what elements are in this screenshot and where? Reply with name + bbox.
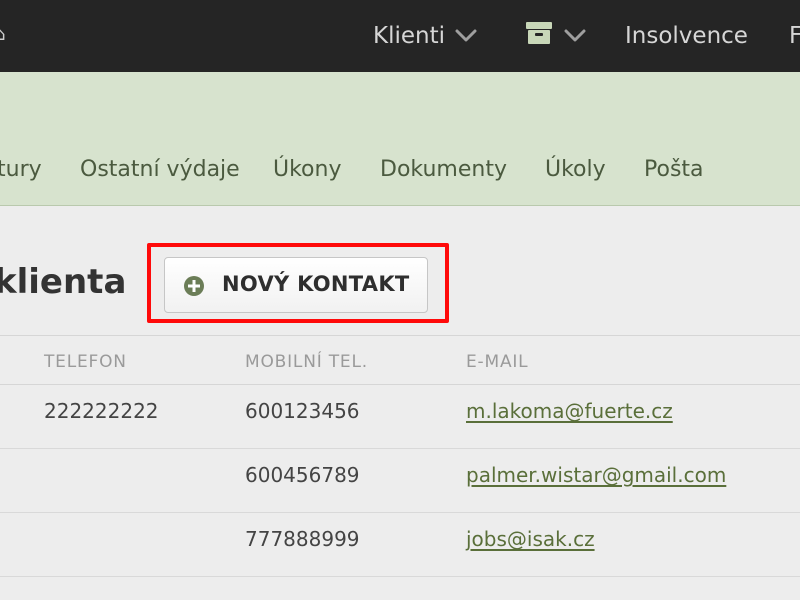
subnav-item-documents[interactable]: Dokumenty: [380, 157, 507, 182]
page-title: klienta: [0, 262, 127, 302]
phone-cell: 222222222: [44, 399, 159, 423]
new-contact-label: NOVÝ KONTAKT: [222, 272, 410, 296]
subnav-item-tasks[interactable]: Úkoly: [545, 157, 606, 182]
nav-item-archive[interactable]: [524, 20, 586, 52]
contacts-table: TELEFON MOBILNÍ TEL. E-MAIL 222222222 60…: [0, 335, 800, 600]
top-navigation-bar: ⌂ Klienti: [0, 0, 800, 73]
nav-item-insolvency[interactable]: Insolvence: [625, 23, 748, 49]
mobile-cell: 777888999: [245, 527, 360, 551]
new-contact-button[interactable]: NOVÝ KONTAKT: [164, 257, 428, 313]
table-row[interactable]: 777888999 jobs@isak.cz: [0, 513, 800, 577]
table-row[interactable]: 600456789 palmer.wistar@gmail.com: [0, 449, 800, 513]
table-row[interactable]: 222222222 600123456 m.lakoma@fuerte.cz: [0, 385, 800, 449]
section-band: [0, 72, 800, 206]
chevron-down-icon[interactable]: [455, 23, 477, 49]
mobile-cell: 600456789: [245, 463, 360, 487]
subnav-item-other-expenses[interactable]: Ostatní výdaje: [80, 157, 240, 182]
table-header: TELEFON MOBILNÍ TEL. E-MAIL: [0, 335, 800, 385]
archive-box-icon[interactable]: [524, 20, 554, 52]
mobile-cell: 600123456: [245, 399, 360, 423]
nav-item-clients[interactable]: Klienti: [373, 23, 477, 49]
column-header-mobile[interactable]: MOBILNÍ TEL.: [245, 352, 368, 372]
plus-circle-icon: [183, 275, 205, 297]
nav-item-insolvency-label: Insolvence: [625, 23, 748, 49]
email-link[interactable]: jobs@isak.cz: [466, 527, 595, 551]
nav-item-cut-off-label: F: [789, 23, 800, 49]
column-header-email[interactable]: E-MAIL: [466, 352, 528, 372]
nav-item-clients-label: Klienti: [373, 23, 445, 49]
chevron-down-icon[interactable]: [564, 23, 586, 49]
subnav-item-acts[interactable]: Úkony: [273, 157, 341, 182]
nav-item-cut-off[interactable]: F: [789, 23, 800, 49]
subnav-item-mail[interactable]: Pošta: [644, 157, 704, 182]
email-link[interactable]: m.lakoma@fuerte.cz: [466, 399, 673, 423]
cut-off-icon: ⌂: [0, 26, 5, 44]
email-link[interactable]: palmer.wistar@gmail.com: [466, 463, 726, 487]
subnav-item-invoices[interactable]: tury: [0, 157, 42, 182]
column-header-phone[interactable]: TELEFON: [44, 352, 127, 372]
